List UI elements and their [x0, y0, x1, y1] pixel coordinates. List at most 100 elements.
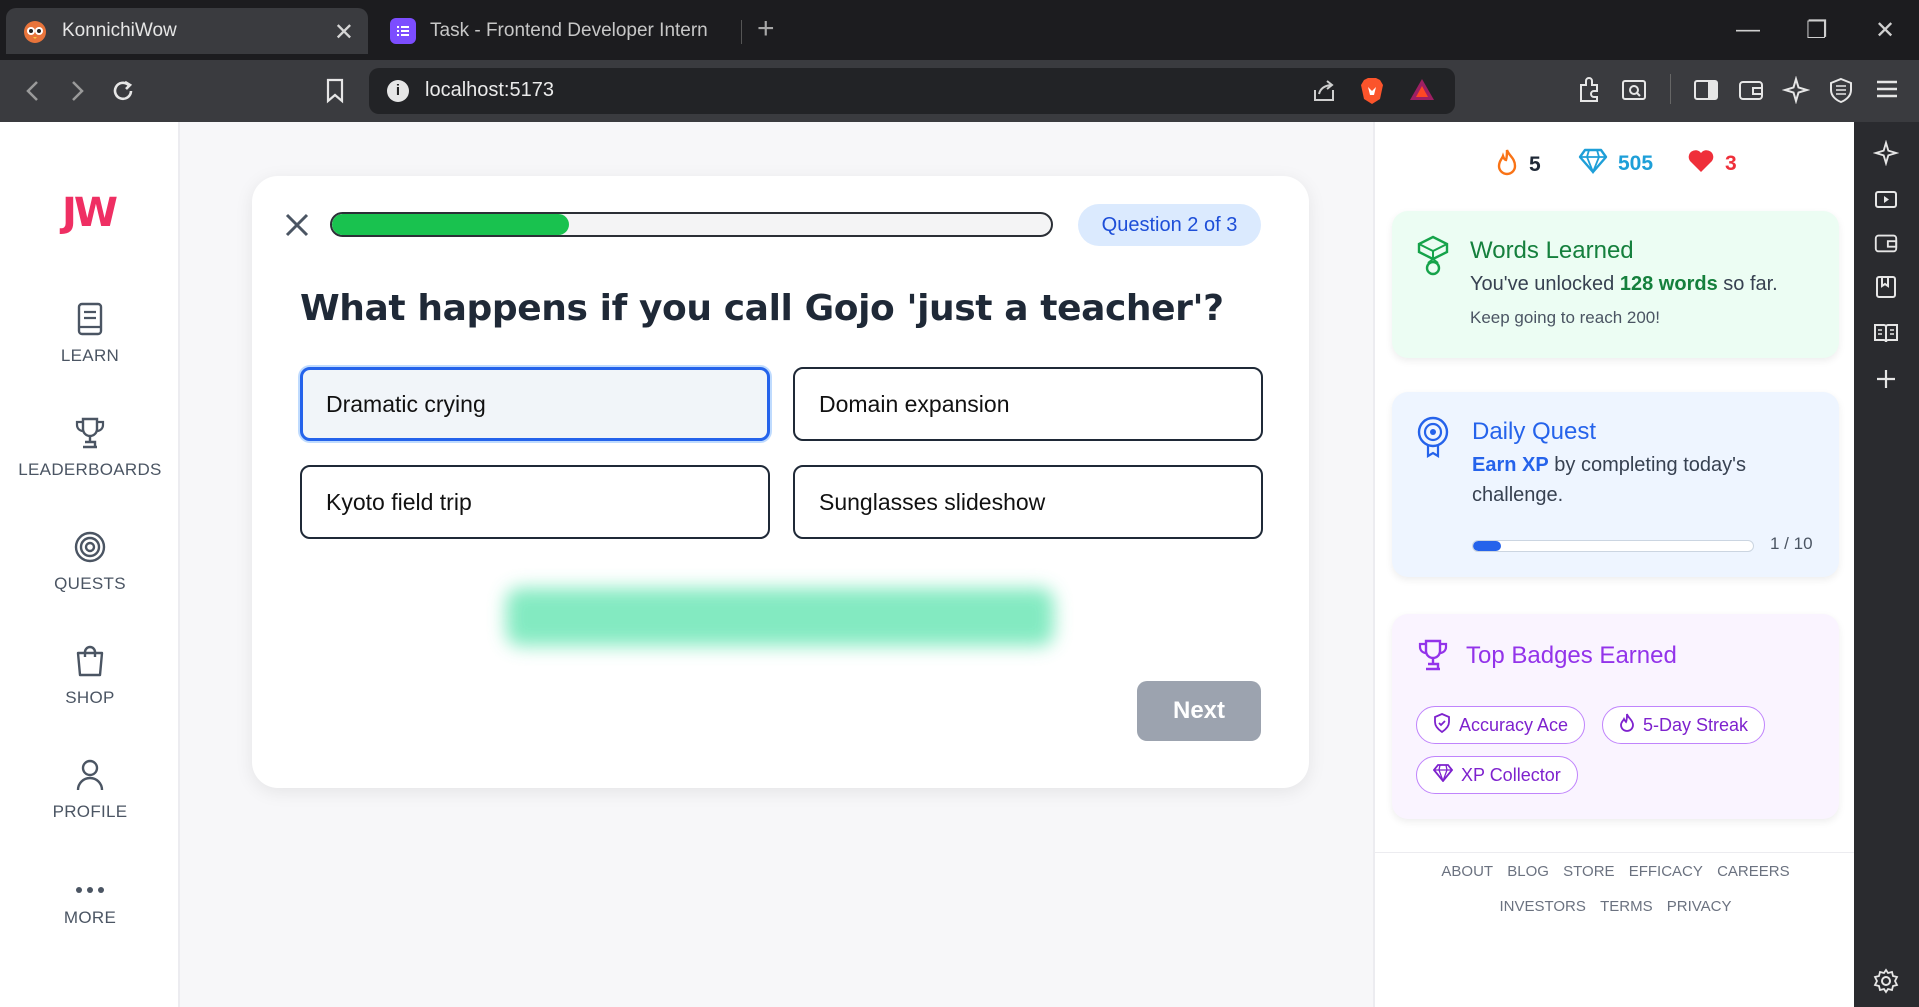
- badge-pill[interactable]: XP Collector: [1416, 756, 1578, 794]
- trophy-icon: [1416, 638, 1450, 677]
- share-icon[interactable]: [1311, 78, 1337, 109]
- restore-icon[interactable]: ❐: [1806, 16, 1828, 45]
- wallet-icon[interactable]: [1737, 76, 1765, 109]
- tab-title: Task - Frontend Developer Intern: [430, 20, 708, 41]
- back-icon[interactable]: [16, 74, 50, 108]
- add-panel-icon[interactable]: [1873, 366, 1899, 397]
- badge-pill[interactable]: Accuracy Ace: [1416, 706, 1586, 744]
- menu-icon[interactable]: [1874, 76, 1900, 107]
- wallet-icon[interactable]: [1873, 230, 1899, 261]
- sidebar-item-label: PROFILE: [52, 802, 128, 821]
- forward-icon[interactable]: [60, 74, 94, 108]
- reading-list-icon[interactable]: [1873, 320, 1899, 351]
- reload-icon[interactable]: [106, 74, 140, 108]
- settings-gear-icon[interactable]: [1873, 968, 1899, 999]
- question-counter-badge: Question 2 of 3: [1078, 204, 1261, 246]
- gems-stat[interactable]: 505: [1578, 148, 1653, 180]
- hearts-count: 3: [1725, 152, 1737, 175]
- card-title: Words Learned: [1470, 237, 1634, 264]
- card-title: Top Badges Earned: [1466, 642, 1677, 669]
- next-button[interactable]: Next: [1137, 681, 1261, 741]
- sidebar-item-profile[interactable]: PROFILE: [0, 758, 180, 822]
- option-button[interactable]: Domain expansion: [793, 367, 1263, 441]
- leo-ai-icon[interactable]: [1781, 75, 1811, 109]
- streak-stat[interactable]: 5: [1495, 148, 1541, 182]
- bookmark-icon[interactable]: [318, 74, 352, 108]
- more-dots-icon: [0, 882, 180, 898]
- tab-separator: [741, 20, 742, 44]
- daily-quest-card: Daily Quest Earn XP by completing today'…: [1392, 392, 1839, 577]
- sidebar-item-label: MORE: [63, 908, 117, 927]
- footer-link-investors[interactable]: INVESTORS: [1499, 898, 1585, 915]
- sidebar-item-shop[interactable]: SHOP: [0, 644, 180, 708]
- shopping-bag-icon: [0, 644, 180, 678]
- minimize-icon[interactable]: —: [1736, 16, 1760, 44]
- leo-ai-icon[interactable]: [1872, 139, 1900, 171]
- sidebar-item-learn[interactable]: LEARN: [0, 302, 180, 366]
- forms-favicon-icon: [390, 18, 416, 44]
- right-panel: 5 505 3 Words Learned You've unlocked 12…: [1373, 122, 1856, 1007]
- badge-pill[interactable]: 5-Day Streak: [1602, 706, 1766, 744]
- toolbar-separator: [1670, 74, 1671, 104]
- trophy-icon: [0, 416, 180, 450]
- footer-link-privacy[interactable]: PRIVACY: [1667, 898, 1732, 915]
- owl-favicon-icon: [22, 18, 48, 44]
- sidebar-item-label: SHOP: [65, 688, 115, 707]
- card-title: Daily Quest: [1472, 418, 1597, 445]
- footer-link-store[interactable]: STORE: [1563, 863, 1614, 880]
- flame-icon: [1495, 148, 1529, 182]
- footer-link-about[interactable]: ABOUT: [1441, 863, 1493, 880]
- progress-fill: [332, 214, 570, 235]
- close-icon[interactable]: [282, 210, 312, 245]
- tab-title: KonnichiWow: [62, 20, 177, 41]
- option-button[interactable]: Kyoto field trip: [300, 465, 770, 539]
- footer-link-careers[interactable]: CAREERS: [1717, 863, 1790, 880]
- address-bar[interactable]: i localhost:5173: [369, 68, 1455, 114]
- top-badges-card: Top Badges Earned Accuracy Ace 5-Day Str…: [1392, 614, 1839, 819]
- reader-search-icon[interactable]: [1620, 76, 1648, 109]
- new-tab-icon[interactable]: +: [757, 12, 775, 46]
- sidebar-item-more[interactable]: MORE: [0, 882, 180, 928]
- sidebar-item-leaderboards[interactable]: LEADERBOARDS: [0, 416, 180, 480]
- card-text: You've unlocked 128 words so far.: [1470, 273, 1778, 295]
- option-button[interactable]: Dramatic crying: [300, 367, 770, 441]
- sidebar-item-quests[interactable]: QUESTS: [0, 530, 180, 594]
- flame-icon: [1619, 713, 1643, 738]
- close-window-icon[interactable]: ✕: [1875, 16, 1895, 45]
- browser-tab-bar: KonnichiWow ✕ Task - Frontend Developer …: [0, 0, 1919, 60]
- vpn-shield-icon[interactable]: [1827, 76, 1855, 109]
- brain-icon: [1416, 235, 1450, 284]
- bookmarks-icon[interactable]: [1873, 274, 1899, 305]
- quest-progress-text: 1 / 10: [1770, 534, 1813, 553]
- tab-task[interactable]: Task - Frontend Developer Intern: [380, 8, 740, 54]
- quest-progress-bar: [1472, 540, 1754, 552]
- brave-shields-icon[interactable]: [1359, 77, 1385, 110]
- footer-link-terms[interactable]: TERMS: [1600, 898, 1653, 915]
- browser-toolbar: i localhost:5173: [0, 60, 1919, 122]
- target-medal-icon: [1416, 416, 1450, 467]
- sidebar-item-label: QUESTS: [54, 574, 126, 593]
- footer-link-blog[interactable]: BLOG: [1507, 863, 1549, 880]
- close-tab-icon[interactable]: ✕: [334, 18, 354, 47]
- blurred-feedback-banner: [506, 588, 1054, 646]
- playlist-icon[interactable]: [1873, 186, 1899, 217]
- rewards-icon[interactable]: [1409, 78, 1435, 107]
- url-text: localhost:5173: [425, 79, 554, 101]
- extensions-icon[interactable]: [1575, 76, 1603, 109]
- sidebar-toggle-icon[interactable]: [1692, 76, 1720, 109]
- hearts-stat[interactable]: 3: [1687, 148, 1737, 180]
- footer-link-efficacy[interactable]: EFFICACY: [1629, 863, 1703, 880]
- words-learned-card: Words Learned You've unlocked 128 words …: [1392, 211, 1839, 358]
- footer-divider: [1375, 852, 1856, 853]
- gems-count: 505: [1618, 152, 1654, 175]
- target-icon: [0, 530, 180, 564]
- footer-links-row: INVESTORS TERMS PRIVACY: [1375, 898, 1856, 915]
- app-logo[interactable]: JW: [62, 190, 118, 236]
- tab-konnichiwow[interactable]: KonnichiWow ✕: [6, 8, 368, 54]
- footer-links-row: ABOUT BLOG STORE EFFICACY CAREERS: [1375, 863, 1856, 880]
- quiz-card: Question 2 of 3 What happens if you call…: [252, 176, 1309, 788]
- heart-icon: [1687, 148, 1725, 180]
- quiz-progress-bar: [330, 212, 1053, 237]
- option-button[interactable]: Sunglasses slideshow: [793, 465, 1263, 539]
- site-info-icon[interactable]: i: [387, 80, 409, 102]
